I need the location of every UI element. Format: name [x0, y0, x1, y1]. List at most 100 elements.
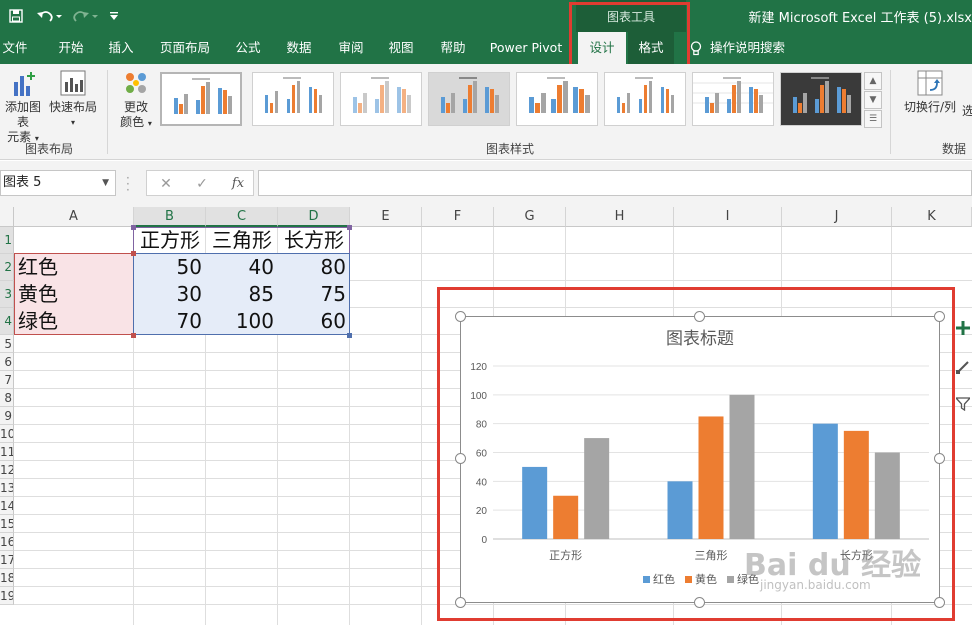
row-header-15[interactable]: 15	[0, 515, 14, 533]
row-header-2[interactable]: 2	[0, 254, 14, 281]
bar-3-2[interactable]	[729, 394, 755, 539]
cell-a4[interactable]: 绿色	[14, 308, 134, 335]
resize-handle-sw[interactable]	[455, 597, 466, 608]
col-header-a[interactable]: A	[14, 207, 134, 227]
quick-layout-button[interactable]: 快速布局 ▾	[48, 68, 98, 130]
save-icon[interactable]	[6, 6, 26, 26]
gallery-down-arrow[interactable]: ▼	[864, 91, 882, 109]
row-header-6[interactable]: 6	[0, 353, 14, 371]
cell-c3[interactable]: 85	[206, 281, 278, 308]
tab-home[interactable]: 开始	[52, 32, 90, 64]
row-header-4[interactable]: 4	[0, 308, 14, 335]
cell-c2[interactable]: 40	[206, 254, 278, 281]
row-header-12[interactable]: 12	[0, 461, 14, 479]
cell-c1[interactable]: 三角形	[206, 227, 278, 254]
add-chart-element-button[interactable]: 添加图表 元素 ▾	[0, 68, 46, 146]
row-header-19[interactable]: 19	[0, 587, 14, 605]
redo-icon[interactable]	[70, 6, 100, 26]
col-header-k[interactable]: K	[892, 207, 972, 227]
col-header-c[interactable]: C	[206, 207, 278, 227]
tab-help[interactable]: 帮助	[434, 32, 472, 64]
chart-style-6[interactable]	[604, 72, 686, 126]
name-box-dropdown-icon[interactable]: ▼	[102, 171, 109, 195]
row-header-10[interactable]: 10	[0, 425, 14, 443]
cell-b4[interactable]: 70	[134, 308, 206, 335]
bar-3-1[interactable]	[584, 438, 610, 539]
col-header-b[interactable]: B	[134, 207, 206, 227]
resize-handle-w[interactable]	[455, 453, 466, 464]
cancel-entry-icon[interactable]: ✕	[155, 174, 177, 194]
col-header-f[interactable]: F	[422, 207, 494, 227]
chart-style-8[interactable]	[780, 72, 862, 126]
cell-a2[interactable]: 红色	[14, 254, 134, 281]
cell-d3[interactable]: 75	[278, 281, 350, 308]
tab-page-layout[interactable]: 页面布局	[156, 32, 214, 64]
chart-elements-plus-icon[interactable]	[954, 317, 972, 339]
tell-me-search[interactable]: 操作说明搜索	[690, 32, 785, 64]
select-all-corner[interactable]	[0, 207, 14, 227]
cell-d1[interactable]: 长方形	[278, 227, 350, 254]
resize-handle-n[interactable]	[694, 311, 705, 322]
col-header-e[interactable]: E	[350, 207, 422, 227]
tab-file[interactable]: 文件	[0, 32, 30, 64]
row-header-11[interactable]: 11	[0, 443, 14, 461]
gallery-more-arrow[interactable]: ☰	[864, 110, 882, 128]
col-header-j[interactable]: J	[782, 207, 892, 227]
chart-style-7[interactable]	[692, 72, 774, 126]
cell-a3[interactable]: 黄色	[14, 281, 134, 308]
customize-toolbar-icon[interactable]	[106, 6, 122, 26]
tab-power-pivot[interactable]: Power Pivot	[488, 32, 564, 64]
tab-review[interactable]: 审阅	[332, 32, 370, 64]
tab-chart-format[interactable]: 格式	[628, 32, 674, 64]
bar-1-2[interactable]	[667, 481, 693, 539]
undo-icon[interactable]	[34, 6, 64, 26]
bar-2-3[interactable]	[843, 430, 869, 539]
row-header-18[interactable]: 18	[0, 569, 14, 587]
chart-filter-icon[interactable]	[954, 393, 972, 415]
row-header-5[interactable]: 5	[0, 335, 14, 353]
chart-style-1[interactable]	[160, 72, 242, 126]
cell-b2[interactable]: 50	[134, 254, 206, 281]
row-header-16[interactable]: 16	[0, 533, 14, 551]
chart-style-4[interactable]	[428, 72, 510, 126]
col-header-i[interactable]: I	[674, 207, 782, 227]
col-header-d[interactable]: D	[278, 207, 350, 227]
resize-handle-e[interactable]	[934, 453, 945, 464]
tab-insert[interactable]: 插入	[102, 32, 140, 64]
col-header-h[interactable]: H	[566, 207, 674, 227]
resize-handle-s[interactable]	[694, 597, 705, 608]
bar-2-2[interactable]	[698, 416, 724, 539]
insert-function-icon[interactable]: fx	[227, 174, 249, 194]
row-header-13[interactable]: 13	[0, 479, 14, 497]
tab-view[interactable]: 视图	[382, 32, 420, 64]
bar-3-3[interactable]	[874, 452, 900, 540]
resize-handle-se[interactable]	[934, 597, 945, 608]
cell-d2[interactable]: 80	[278, 254, 350, 281]
confirm-entry-icon[interactable]: ✓	[191, 174, 213, 194]
chart-style-2[interactable]	[252, 72, 334, 126]
row-header-8[interactable]: 8	[0, 389, 14, 407]
cell-d4[interactable]: 60	[278, 308, 350, 335]
cell-b3[interactable]: 30	[134, 281, 206, 308]
formula-input[interactable]	[258, 170, 972, 196]
bar-1-3[interactable]	[812, 423, 838, 539]
name-box[interactable]: 图表 5 ▼	[0, 170, 116, 196]
legend-label[interactable]: 黄色	[695, 572, 717, 586]
cell-b1[interactable]: 正方形	[134, 227, 206, 254]
bar-1-1[interactable]	[522, 466, 548, 539]
resize-handle-nw[interactable]	[455, 311, 466, 322]
chart-styles-brush-icon[interactable]	[954, 356, 972, 378]
col-header-g[interactable]: G	[494, 207, 566, 227]
row-header-14[interactable]: 14	[0, 497, 14, 515]
tab-data[interactable]: 数据	[280, 32, 318, 64]
row-header-3[interactable]: 3	[0, 281, 14, 308]
chart-style-5[interactable]	[516, 72, 598, 126]
select-data-button[interactable]: 选	[962, 104, 972, 119]
switch-row-column-button[interactable]: 切换行/列	[900, 68, 960, 115]
chart-title[interactable]: 图表标题	[666, 329, 734, 348]
tab-formulas[interactable]: 公式	[230, 32, 266, 64]
row-header-9[interactable]: 9	[0, 407, 14, 425]
gallery-up-arrow[interactable]: ▲	[864, 72, 882, 90]
legend-label[interactable]: 红色	[653, 572, 675, 586]
resize-handle-ne[interactable]	[934, 311, 945, 322]
